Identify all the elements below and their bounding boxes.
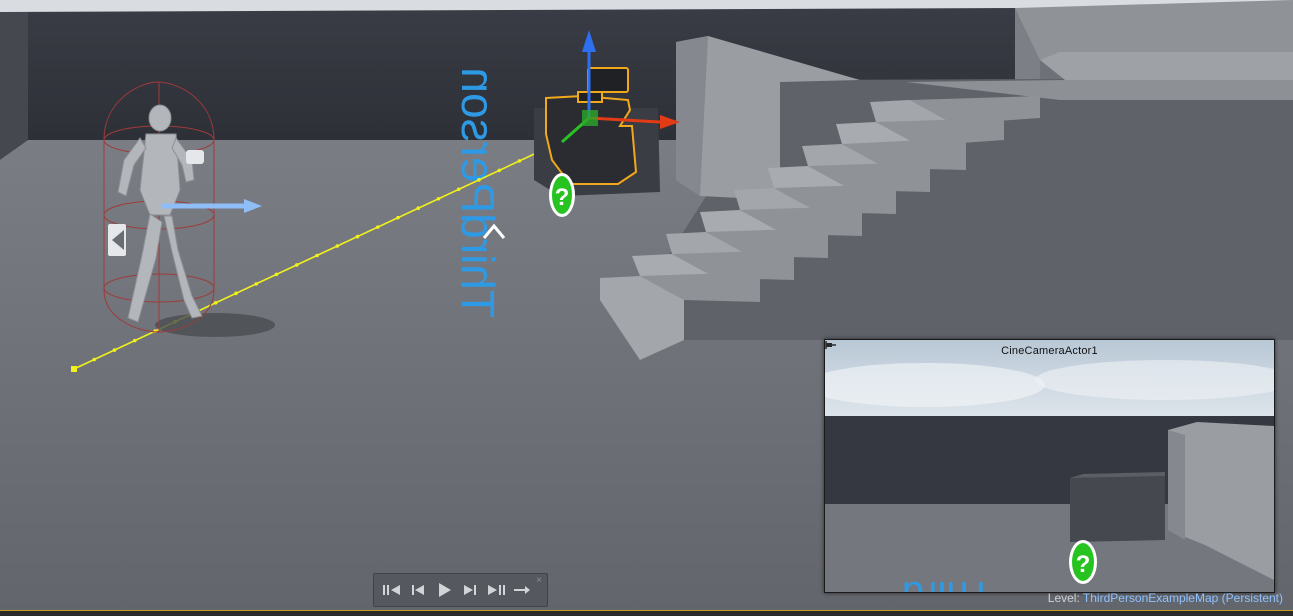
level-label: Level:	[1047, 591, 1080, 605]
play-button[interactable]	[431, 577, 456, 603]
skip-forward-icon	[487, 585, 505, 595]
loop-button[interactable]	[509, 577, 534, 603]
camera-preview-render: Third ?	[825, 340, 1274, 592]
jump-to-start-button[interactable]	[379, 577, 404, 603]
camera-rail-dot	[274, 272, 279, 277]
step-back-button[interactable]	[405, 577, 430, 603]
playback-transport-bar: ×	[373, 573, 548, 607]
camera-rail-dot	[234, 291, 238, 296]
camera-rail-dot	[396, 215, 400, 220]
camera-rail-dot	[294, 263, 299, 267]
camera-rail-dot	[132, 338, 137, 343]
step-back-icon	[411, 585, 424, 595]
viewport-bottom-border	[0, 610, 1293, 616]
camera-rail-dot	[456, 187, 461, 192]
camera-rail-dot	[315, 253, 319, 258]
question-billboard-icon[interactable]: ?	[549, 173, 575, 217]
camera-rail-dot	[254, 282, 259, 286]
level-indicator: Level: ThirdPersonExampleMap (Persistent…	[1048, 591, 1283, 605]
transport-close-button[interactable]: ×	[536, 576, 542, 586]
camera-rail-dot	[375, 225, 380, 229]
character-shadow	[155, 313, 275, 337]
floor-decal-text: ThirdPerson	[452, 67, 504, 318]
camera-rail-dot	[92, 357, 97, 362]
camera-rail-dot	[436, 196, 441, 201]
camera-rail-dot	[416, 206, 421, 211]
camera-preview-window[interactable]: Third ? CineCameraActor1	[824, 339, 1275, 593]
play-icon	[438, 583, 451, 597]
loop-arrow-icon	[513, 586, 530, 594]
camera-rail-dot	[517, 159, 522, 163]
pin-icon[interactable]	[825, 340, 837, 350]
upper-ledge	[1040, 52, 1293, 80]
camera-rail-dot	[497, 168, 502, 173]
preview-question-glyph: ?	[1076, 551, 1091, 578]
preview-decal-text: Third	[902, 573, 993, 592]
editor-viewport[interactable]: ThirdPerson ? ? CineCameraActor1 × Level…	[0, 0, 1293, 616]
left-wall	[0, 12, 28, 160]
camera-rail-dot	[477, 178, 481, 182]
step-forward-button[interactable]	[457, 577, 482, 603]
camera-rail-dot	[335, 244, 340, 248]
camera-rail-dot	[355, 234, 360, 239]
camera-rail-dot	[213, 300, 218, 305]
step-forward-icon	[463, 585, 476, 595]
level-name: ThirdPersonExampleMap (Persistent)	[1082, 591, 1283, 605]
question-glyph: ?	[555, 184, 570, 211]
skip-back-icon	[382, 585, 400, 595]
camera-preview-title: CineCameraActor1	[1001, 345, 1098, 357]
camera-rail-dot	[112, 348, 117, 352]
jump-to-end-button[interactable]	[483, 577, 508, 603]
